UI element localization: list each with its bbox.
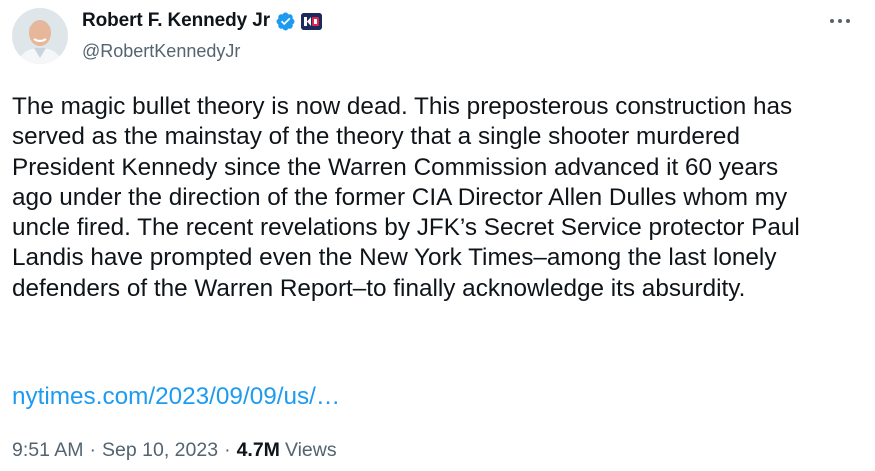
views-count: 4.7M — [236, 439, 280, 461]
avatar[interactable] — [12, 8, 68, 64]
tweet-meta: 9:51 AM · Sep 10, 2023 · 4.7M Views — [12, 439, 337, 462]
tweet-link[interactable]: nytimes.com/2023/09/09/us/… — [12, 382, 340, 412]
meta-separator: · — [89, 439, 97, 461]
verified-badge-icon[interactable] — [275, 11, 296, 32]
author-display-name[interactable]: Robert F. Kennedy Jr — [82, 10, 270, 32]
tweet: Robert F. Kennedy Jr @RobertKennedyJr Th… — [0, 0, 875, 471]
author-handle[interactable]: @RobertKennedyJr — [82, 41, 322, 62]
campaign-logo-badge-icon[interactable] — [301, 12, 323, 30]
avatar-image — [12, 8, 68, 64]
tweet-date[interactable]: Sep 10, 2023 — [102, 439, 218, 462]
tweet-time[interactable]: 9:51 AM — [12, 439, 84, 462]
more-options-icon — [830, 19, 850, 23]
author-block: Robert F. Kennedy Jr @RobertKennedyJr — [82, 9, 323, 62]
author-name-row: Robert F. Kennedy Jr — [82, 9, 323, 33]
views-label: Views — [284, 439, 337, 461]
meta-separator: · — [224, 439, 231, 461]
more-options-button[interactable] — [823, 6, 857, 36]
tweet-text: The magic bullet theory is now dead. Thi… — [12, 93, 800, 302]
